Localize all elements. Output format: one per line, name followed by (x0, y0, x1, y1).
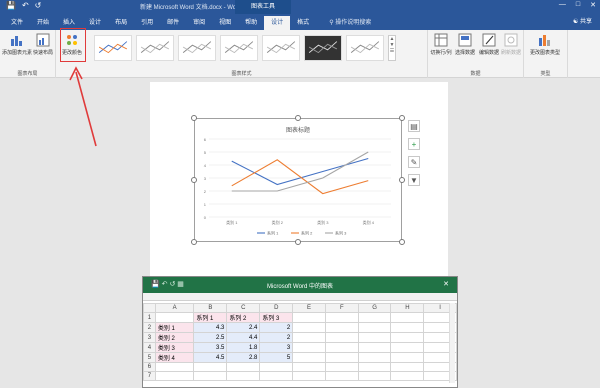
annotation-arrow (69, 66, 97, 147)
